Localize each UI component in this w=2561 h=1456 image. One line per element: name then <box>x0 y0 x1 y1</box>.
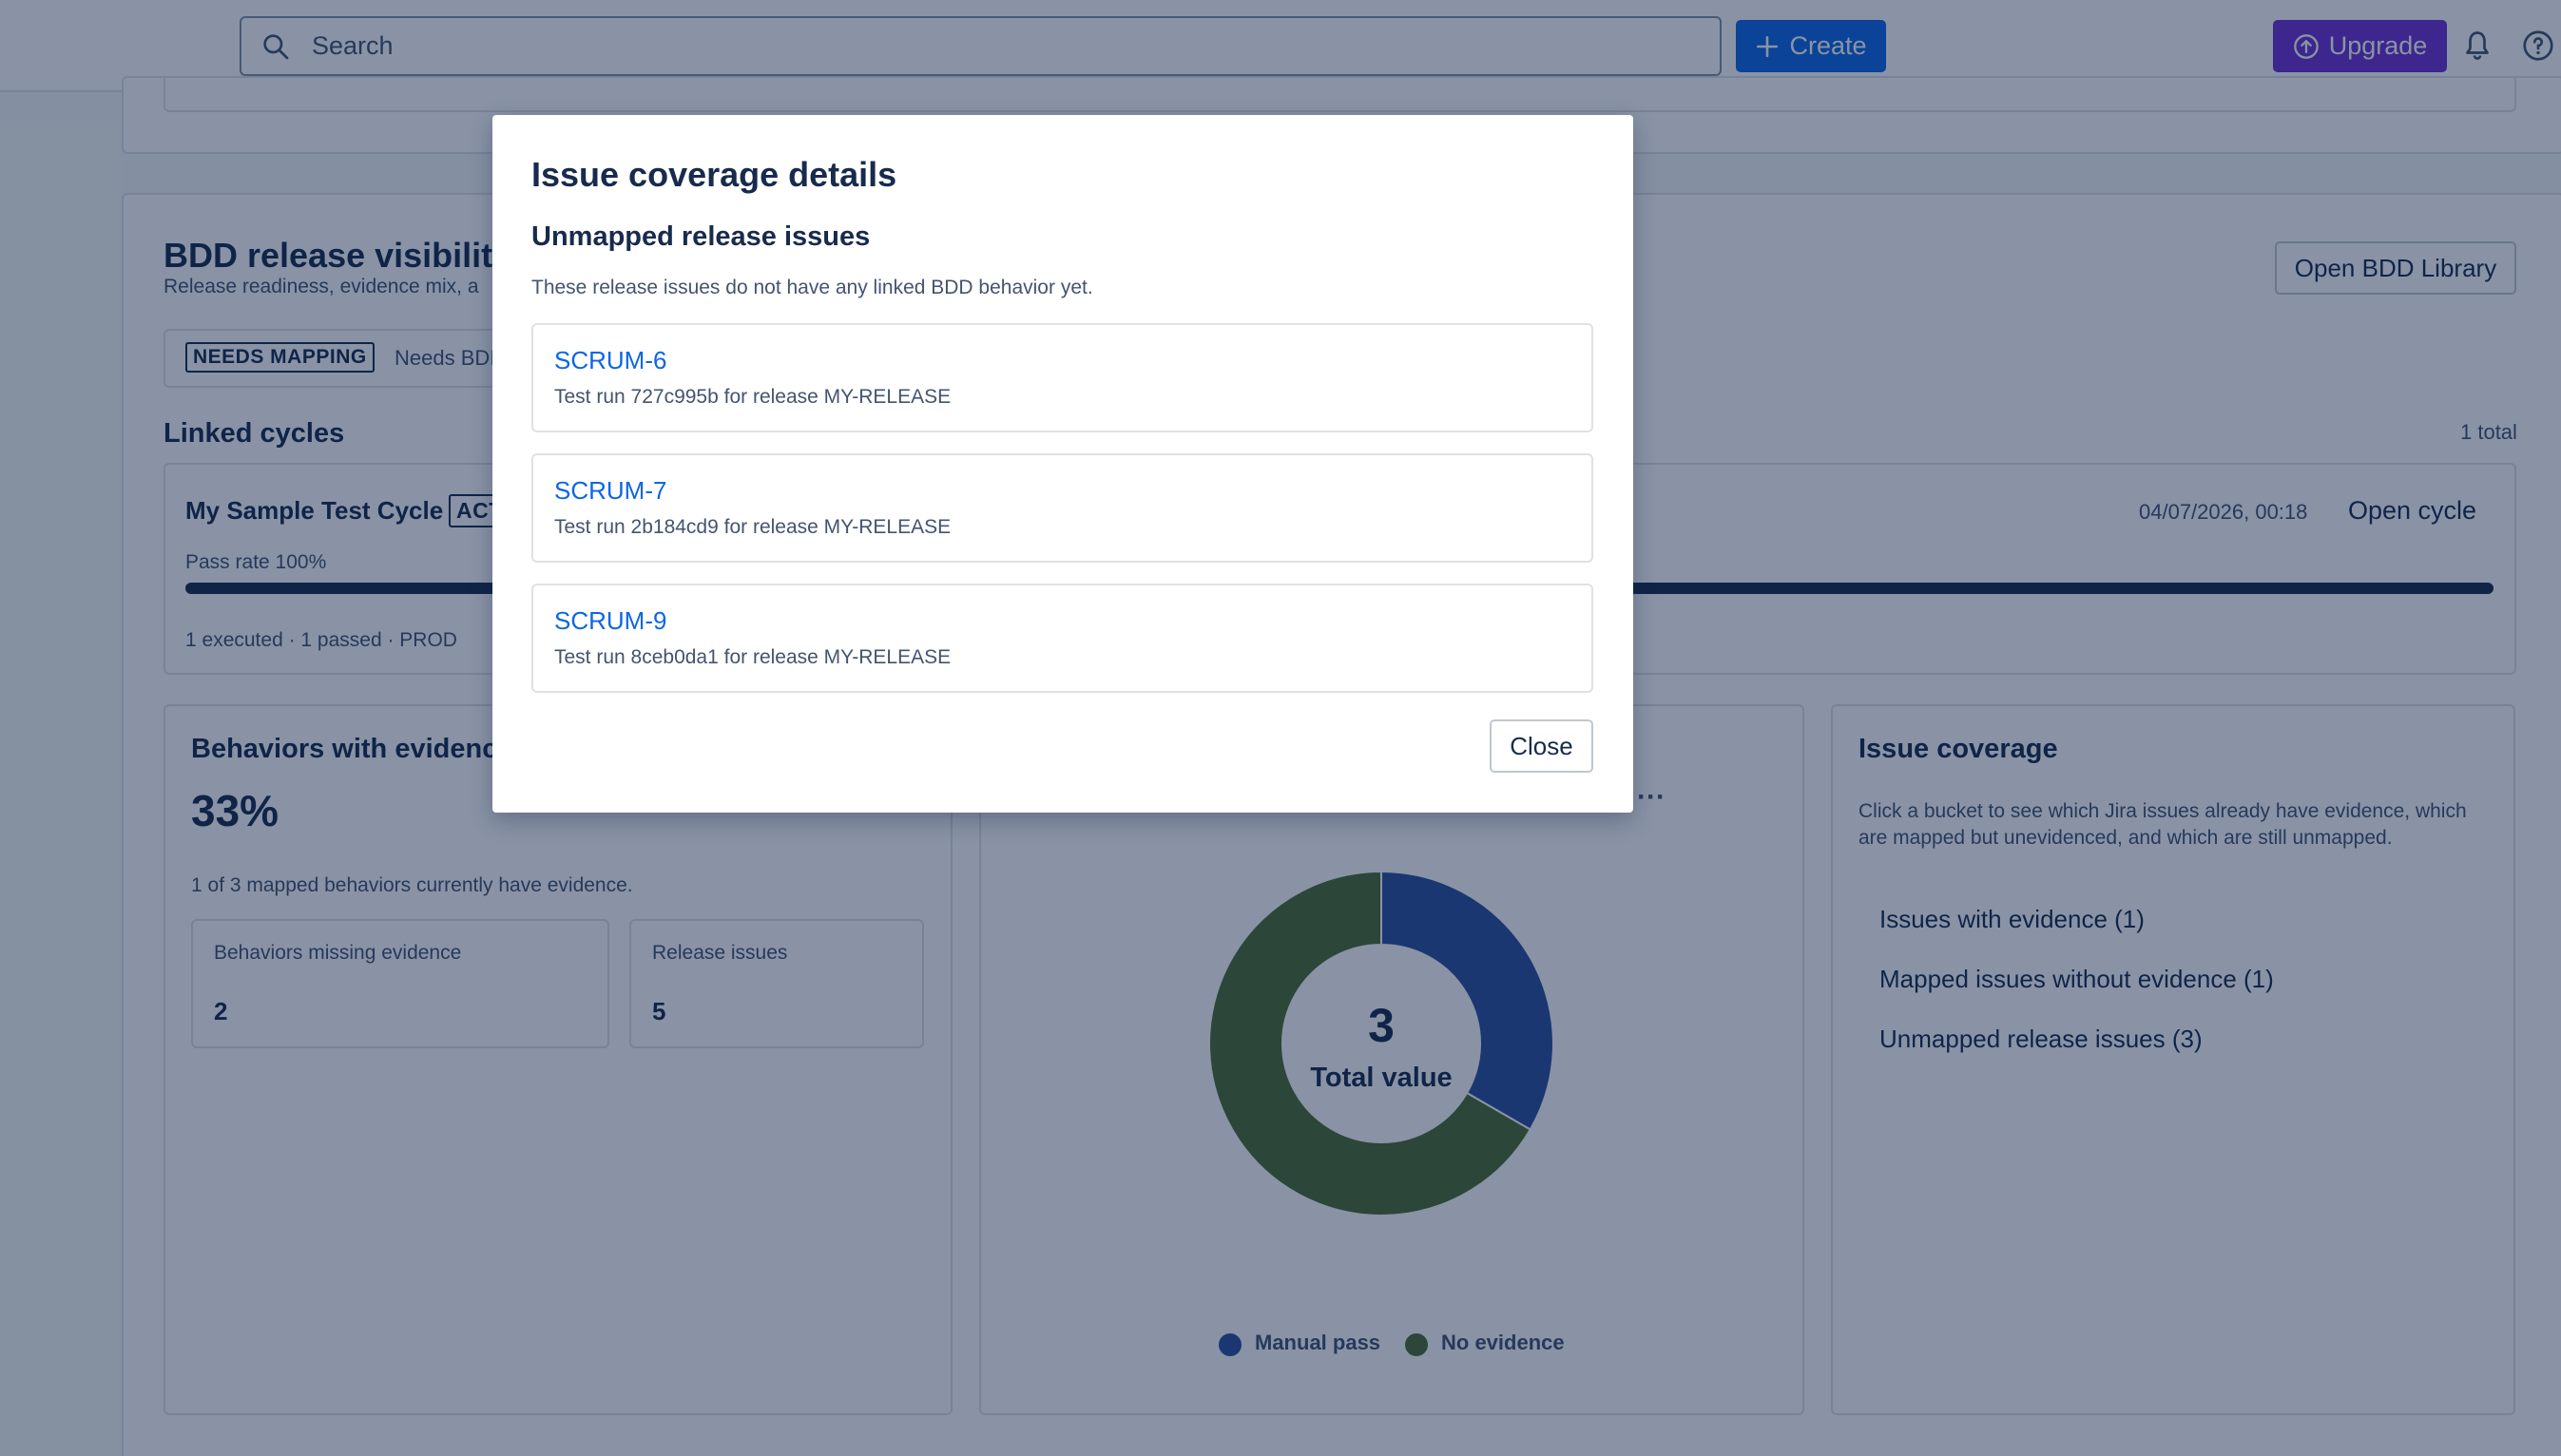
modal-description: These release issues do not have any lin… <box>531 277 1093 298</box>
issue-link-scrum-9[interactable]: SCRUM-9 <box>554 606 666 636</box>
issue-coverage-modal: Issue coverage details Unmapped release … <box>492 115 1633 813</box>
issue-summary: Test run 2b184cd9 for release MY-RELEASE <box>554 516 952 538</box>
issue-row: SCRUM-6 Test run 727c995b for release MY… <box>531 323 1593 432</box>
issue-summary: Test run 727c995b for release MY-RELEASE <box>554 386 952 408</box>
issue-row: SCRUM-9 Test run 8ceb0da1 for release MY… <box>531 584 1593 693</box>
issue-link-scrum-7[interactable]: SCRUM-7 <box>554 476 666 506</box>
modal-title: Issue coverage details <box>531 155 897 194</box>
issue-row: SCRUM-7 Test run 2b184cd9 for release MY… <box>531 453 1593 563</box>
close-button[interactable]: Close <box>1490 719 1593 773</box>
issue-link-scrum-6[interactable]: SCRUM-6 <box>554 346 666 375</box>
modal-subtitle: Unmapped release issues <box>531 221 871 252</box>
issue-summary: Test run 8ceb0da1 for release MY-RELEASE <box>554 646 952 668</box>
page: Create Upgrade BDD release visibility Re… <box>0 0 2561 1456</box>
